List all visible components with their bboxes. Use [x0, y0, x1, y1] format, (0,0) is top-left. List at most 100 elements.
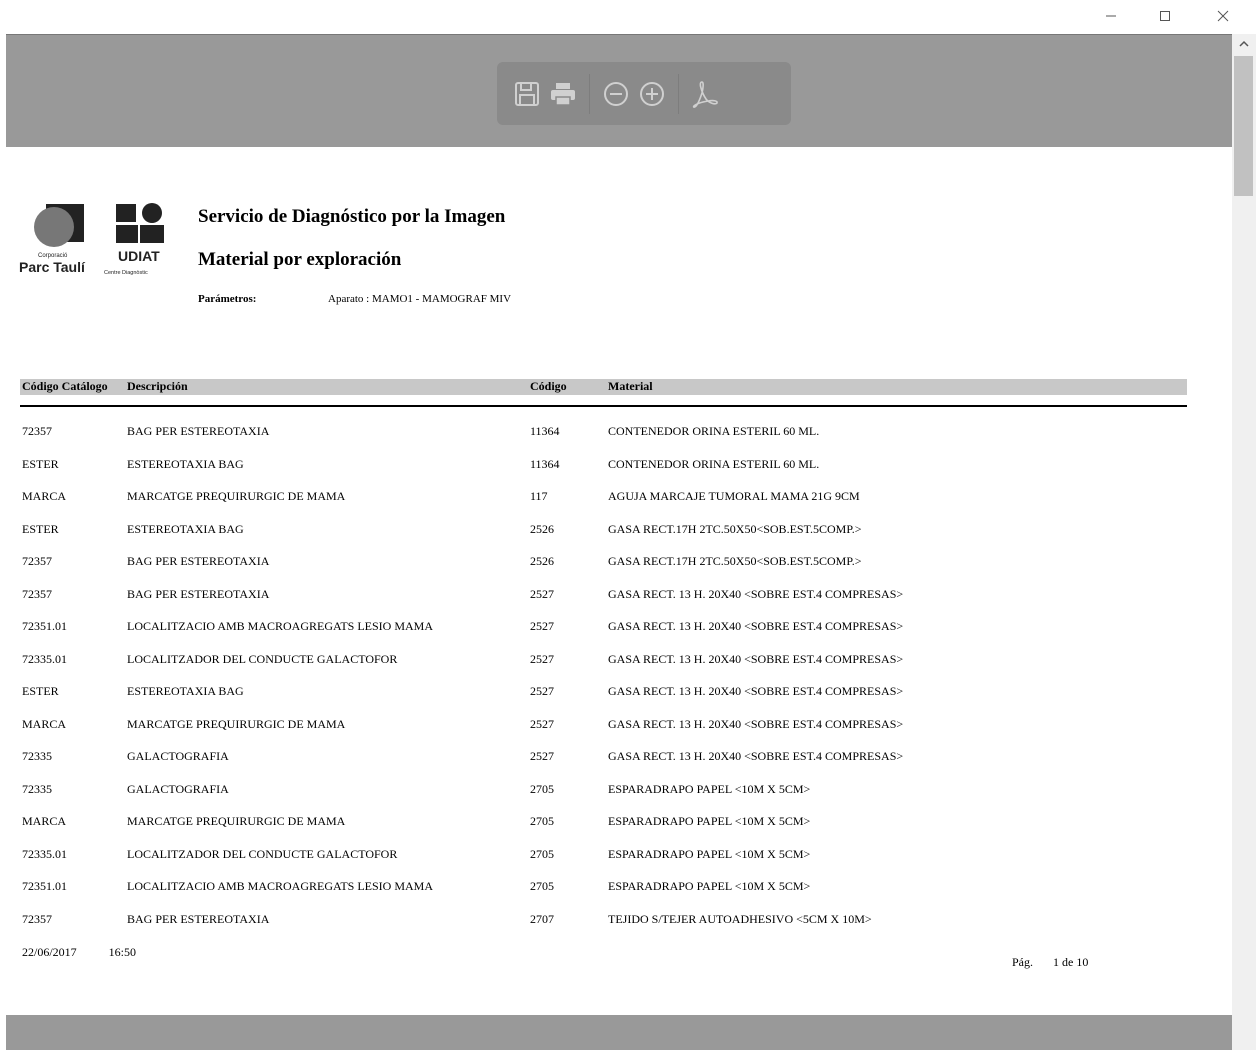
viewer-toolbar-area [6, 34, 1232, 148]
column-header-codigo: Código [530, 379, 567, 393]
cell-codigo: 2527 [530, 749, 554, 763]
cell-codigo: 2707 [530, 911, 554, 926]
column-header-codigo-catalogo: Código Catálogo [22, 379, 108, 393]
footer-timestamp: 22/06/2017 16:50 [22, 945, 136, 960]
vertical-scrollbar[interactable] [1232, 34, 1256, 1050]
cell-material: ESPARADRAPO PAPEL <10M X 5CM> [608, 781, 811, 796]
cell-codigo-catalogo: 72335.01 [22, 651, 67, 666]
parameters-label: Parámetros: [198, 293, 257, 305]
footer-date: 22/06/2017 [22, 945, 77, 959]
cell-material: ESPARADRAPO PAPEL <10M X 5CM> [608, 846, 811, 861]
cell-codigo-catalogo: 72335 [22, 781, 52, 796]
table-row: 72335 GALACTOGRAFIA 2527 GASA RECT. 13 H… [20, 749, 1187, 765]
cell-material: CONTENEDOR ORINA ESTERIL 60 ML. [608, 424, 820, 438]
parameters-value: Aparato : MAMO1 - MAMOGRAF MIV [328, 293, 512, 305]
zoom-out-icon[interactable] [598, 76, 634, 112]
cell-descripcion: BAG PER ESTEREOTAXIA [127, 911, 270, 926]
logo-text-centre: Centre Diagnòstic [104, 270, 148, 276]
cell-codigo: 2526 [530, 521, 554, 536]
table-row: 72335.01 LOCALITZADOR DEL CONDUCTE GALAC… [20, 652, 1187, 668]
table-row: MARCA MARCATGE PREQUIRURGIC DE MAMA 117 … [20, 489, 1187, 505]
cell-material: GASA RECT.17H 2TC.50X50<SOB.EST.5COMP.> [608, 521, 862, 536]
cell-codigo-catalogo: 72335.01 [22, 846, 67, 861]
corporate-logo: Corporació Parc Taulí UDIAT Centre Diagn… [18, 201, 178, 291]
cell-codigo: 2527 [530, 586, 554, 601]
scrollbar-thumb[interactable] [1234, 56, 1253, 196]
cell-material: GASA RECT. 13 H. 20X40 <SOBRE EST.4 COMP… [608, 651, 904, 666]
print-icon[interactable] [545, 76, 581, 112]
page-indicator: Pág. 1 de 10 [1012, 955, 1088, 970]
cell-codigo: 2526 [530, 554, 554, 568]
save-icon[interactable] [509, 76, 545, 112]
page-of: de [1062, 955, 1074, 969]
cell-material: CONTENEDOR ORINA ESTERIL 60 ML. [608, 456, 820, 471]
cell-codigo: 117 [530, 489, 548, 503]
maximize-icon[interactable] [1142, 0, 1188, 32]
cell-material: GASA RECT. 13 H. 20X40 <SOBRE EST.4 COMP… [608, 749, 904, 763]
table-row: MARCA MARCATGE PREQUIRURGIC DE MAMA 2705… [20, 814, 1187, 830]
table-row: ESTER ESTEREOTAXIA BAG 2527 GASA RECT. 1… [20, 684, 1187, 700]
logo-text-udiat: UDIAT [118, 248, 160, 264]
cell-descripcion: MARCATGE PREQUIRURGIC DE MAMA [127, 716, 346, 731]
cell-codigo-catalogo: 72357 [22, 554, 52, 568]
scroll-up-icon[interactable] [1232, 34, 1256, 54]
cell-descripcion: MARCATGE PREQUIRURGIC DE MAMA [127, 489, 346, 503]
toolbar-separator [589, 73, 590, 114]
page-current: 1 [1053, 955, 1059, 969]
cell-material: ESPARADRAPO PAPEL <10M X 5CM> [608, 814, 811, 828]
footer-time: 16:50 [108, 945, 137, 959]
cell-codigo-catalogo: ESTER [22, 521, 59, 536]
cell-codigo-catalogo: 72351.01 [22, 619, 67, 633]
close-icon[interactable] [1200, 0, 1246, 32]
cell-codigo-catalogo: 72335 [22, 749, 52, 763]
minimize-icon[interactable] [1088, 0, 1134, 32]
cell-material: GASA RECT. 13 H. 20X40 <SOBRE EST.4 COMP… [608, 619, 904, 633]
toolbar-separator [678, 73, 679, 114]
cell-codigo-catalogo: 72351.01 [22, 879, 67, 893]
logo-text-parc-tauli: Parc Taulí [19, 259, 86, 275]
cell-descripcion: LOCALITZADOR DEL CONDUCTE GALACTOFOR [127, 846, 398, 861]
cell-material: GASA RECT. 13 H. 20X40 <SOBRE EST.4 COMP… [608, 716, 904, 731]
cell-descripcion: GALACTOGRAFIA [127, 749, 229, 763]
cell-material: ESPARADRAPO PAPEL <10M X 5CM> [608, 879, 811, 893]
cell-codigo-catalogo: MARCA [22, 489, 67, 503]
cell-descripcion: ESTEREOTAXIA BAG [127, 521, 244, 536]
cell-material: TEJIDO S/TEJER AUTOADHESIVO <5CM X 10M> [608, 911, 872, 926]
table-row: 72335.01 LOCALITZADOR DEL CONDUCTE GALAC… [20, 847, 1187, 863]
cell-codigo: 2705 [530, 814, 554, 828]
table-row: ESTER ESTEREOTAXIA BAG 11364 CONTENEDOR … [20, 457, 1187, 473]
cell-codigo-catalogo: 72357 [22, 911, 52, 926]
cell-descripcion: BAG PER ESTEREOTAXIA [127, 554, 270, 568]
cell-codigo: 2527 [530, 716, 554, 731]
cell-descripcion: ESTEREOTAXIA BAG [127, 456, 244, 471]
column-header-material: Material [608, 379, 653, 393]
table-row: ESTER ESTEREOTAXIA BAG 2526 GASA RECT.17… [20, 522, 1187, 538]
column-header-descripcion: Descripción [127, 379, 188, 393]
cell-descripcion: LOCALITZADOR DEL CONDUCTE GALACTOFOR [127, 651, 398, 666]
cell-codigo-catalogo: 72357 [22, 424, 52, 438]
cell-codigo-catalogo: MARCA [22, 814, 67, 828]
cell-codigo-catalogo: ESTER [22, 456, 59, 471]
header-divider [20, 405, 1187, 407]
cell-codigo: 11364 [530, 424, 560, 438]
cell-material: GASA RECT.17H 2TC.50X50<SOB.EST.5COMP.> [608, 554, 862, 568]
cell-codigo: 2527 [530, 684, 554, 698]
viewer-toolbar [497, 62, 791, 125]
table-row: 72357 BAG PER ESTEREOTAXIA 11364 CONTENE… [20, 424, 1187, 440]
report-page: Corporació Parc Taulí UDIAT Centre Diagn… [6, 147, 1232, 1015]
cell-material: GASA RECT. 13 H. 20X40 <SOBRE EST.4 COMP… [608, 586, 904, 601]
table-row: 72351.01 LOCALITZACIO AMB MACROAGREGATS … [20, 879, 1187, 895]
cell-codigo: 2527 [530, 651, 554, 666]
cell-descripcion: BAG PER ESTEREOTAXIA [127, 424, 270, 438]
pdf-icon[interactable] [687, 76, 723, 112]
page-total: 10 [1076, 955, 1089, 969]
cell-codigo: 2705 [530, 879, 554, 893]
cell-codigo-catalogo: ESTER [22, 684, 59, 698]
viewer-bottom-area [6, 1015, 1232, 1050]
cell-codigo: 2705 [530, 781, 554, 796]
cell-codigo-catalogo: MARCA [22, 716, 67, 731]
window-titlebar [0, 0, 1256, 34]
table-header: Código Catálogo Descripción Código Mater… [20, 379, 1187, 395]
cell-codigo: 11364 [530, 456, 560, 471]
zoom-in-icon[interactable] [634, 76, 670, 112]
